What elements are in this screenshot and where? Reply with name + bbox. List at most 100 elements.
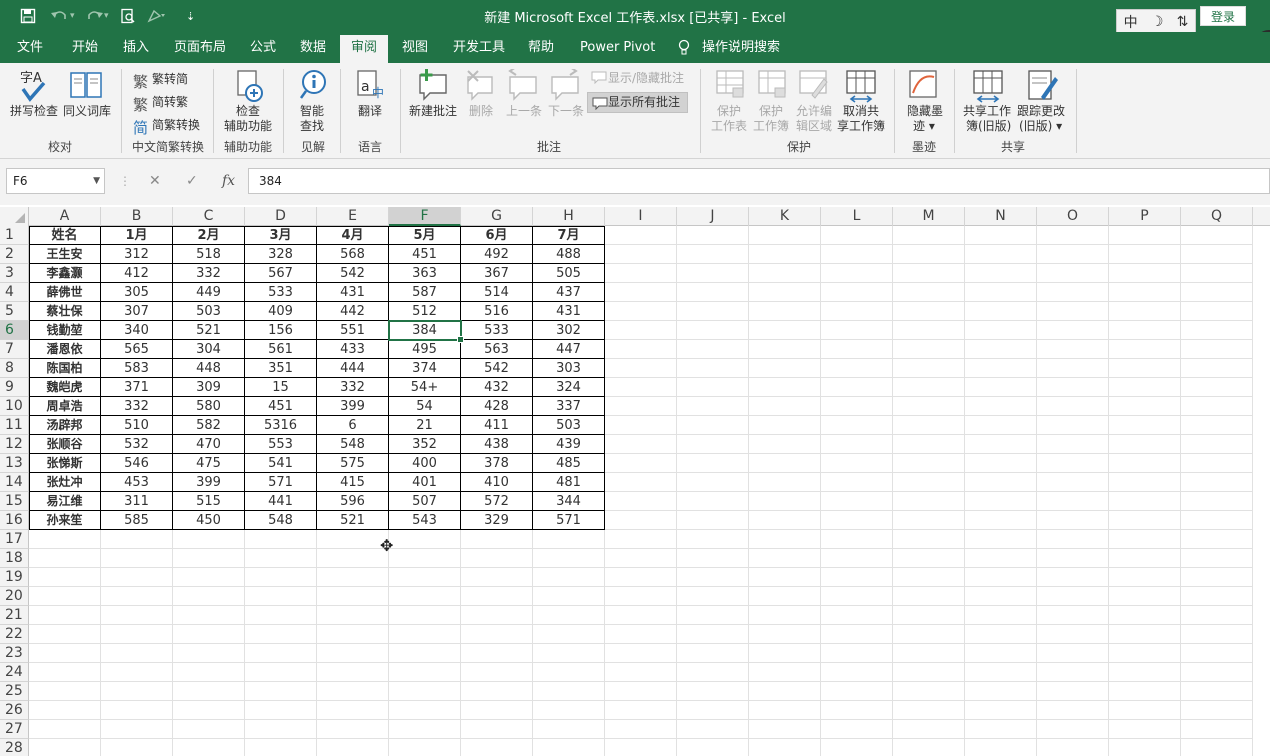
cell-g6[interactable]: 533: [461, 321, 533, 340]
previous-comment-icon[interactable]: [506, 66, 540, 104]
cell-a14[interactable]: 张灶冲: [29, 473, 101, 492]
cell-e14[interactable]: 415: [317, 473, 389, 492]
row-header-2[interactable]: 2: [0, 245, 29, 264]
cell-n2[interactable]: [965, 245, 1037, 264]
cell-p22[interactable]: [1109, 625, 1181, 644]
cell-q7[interactable]: [1181, 340, 1253, 359]
cell-h20[interactable]: [533, 587, 605, 606]
cell-e6[interactable]: 551: [317, 321, 389, 340]
column-header-j[interactable]: J: [677, 207, 749, 226]
cell-n28[interactable]: [965, 739, 1037, 756]
cell-p25[interactable]: [1109, 682, 1181, 701]
enter-icon[interactable]: ✓: [186, 168, 198, 194]
cell-g8[interactable]: 542: [461, 359, 533, 378]
cell-k4[interactable]: [749, 283, 821, 302]
cell-h16[interactable]: 571: [533, 511, 605, 530]
cell-p4[interactable]: [1109, 283, 1181, 302]
cell-k15[interactable]: [749, 492, 821, 511]
cell-f14[interactable]: 401: [389, 473, 461, 492]
row-header-18[interactable]: 18: [0, 549, 29, 568]
cell-a2[interactable]: 王生安: [29, 245, 101, 264]
name-box-dropdown-icon[interactable]: ▼: [93, 169, 100, 193]
cell-j8[interactable]: [677, 359, 749, 378]
cell-n16[interactable]: [965, 511, 1037, 530]
row-header-16[interactable]: 16: [0, 511, 29, 530]
allow-edit-ranges-line2[interactable]: 辑区域: [796, 119, 832, 134]
cell-p23[interactable]: [1109, 644, 1181, 663]
cell-h5[interactable]: 431: [533, 302, 605, 321]
cell-d10[interactable]: 451: [245, 397, 317, 416]
tab-insert[interactable]: 插入: [123, 32, 149, 63]
share-workbook-line1[interactable]: 共享工作: [963, 104, 1011, 119]
cell-q10[interactable]: [1181, 397, 1253, 416]
cell-h15[interactable]: 344: [533, 492, 605, 511]
cell-n25[interactable]: [965, 682, 1037, 701]
cell-m12[interactable]: [893, 435, 965, 454]
cell-d2[interactable]: 328: [245, 245, 317, 264]
cell-f1[interactable]: 5月: [389, 226, 461, 245]
cell-m2[interactable]: [893, 245, 965, 264]
cell-m8[interactable]: [893, 359, 965, 378]
tab-file[interactable]: 文件: [17, 32, 43, 63]
cell-e8[interactable]: 444: [317, 359, 389, 378]
cell-h26[interactable]: [533, 701, 605, 720]
cell-g22[interactable]: [461, 625, 533, 644]
cell-e9[interactable]: 332: [317, 378, 389, 397]
cell-g12[interactable]: 438: [461, 435, 533, 454]
column-header-k[interactable]: K: [749, 207, 821, 226]
cell-p5[interactable]: [1109, 302, 1181, 321]
track-changes-line2[interactable]: (旧版) ▾: [1019, 119, 1062, 134]
cell-c13[interactable]: 475: [173, 454, 245, 473]
row-header-23[interactable]: 23: [0, 644, 29, 663]
cell-k16[interactable]: [749, 511, 821, 530]
cell-f4[interactable]: 587: [389, 283, 461, 302]
cell-o17[interactable]: [1037, 530, 1109, 549]
cell-p16[interactable]: [1109, 511, 1181, 530]
cell-g26[interactable]: [461, 701, 533, 720]
next-comment-button[interactable]: 下一条: [548, 104, 584, 119]
cell-n19[interactable]: [965, 568, 1037, 587]
cell-g17[interactable]: [461, 530, 533, 549]
cell-k3[interactable]: [749, 264, 821, 283]
cell-f5[interactable]: 512: [389, 302, 461, 321]
cell-f7[interactable]: 495: [389, 340, 461, 359]
tab-power-pivot[interactable]: Power Pivot: [580, 32, 655, 63]
cell-l5[interactable]: [821, 302, 893, 321]
cell-i26[interactable]: [605, 701, 677, 720]
cell-g23[interactable]: [461, 644, 533, 663]
convert-button[interactable]: 简繁转换: [152, 118, 200, 133]
cell-h10[interactable]: 337: [533, 397, 605, 416]
cell-b15[interactable]: 311: [101, 492, 173, 511]
cell-m21[interactable]: [893, 606, 965, 625]
cell-j6[interactable]: [677, 321, 749, 340]
cell-p24[interactable]: [1109, 663, 1181, 682]
spell-check-icon[interactable]: 字A: [18, 69, 48, 106]
cell-o8[interactable]: [1037, 359, 1109, 378]
cell-n21[interactable]: [965, 606, 1037, 625]
cell-i24[interactable]: [605, 663, 677, 682]
cell-o22[interactable]: [1037, 625, 1109, 644]
cell-l11[interactable]: [821, 416, 893, 435]
cell-f3[interactable]: 363: [389, 264, 461, 283]
cell-a11[interactable]: 汤辟邦: [29, 416, 101, 435]
cell-l14[interactable]: [821, 473, 893, 492]
row-header-12[interactable]: 12: [0, 435, 29, 454]
cell-d8[interactable]: 351: [245, 359, 317, 378]
cell-e28[interactable]: [317, 739, 389, 756]
previous-comment-button[interactable]: 上一条: [506, 104, 542, 119]
cell-j19[interactable]: [677, 568, 749, 587]
cell-q17[interactable]: [1181, 530, 1253, 549]
cell-k26[interactable]: [749, 701, 821, 720]
cell-c20[interactable]: [173, 587, 245, 606]
cell-i16[interactable]: [605, 511, 677, 530]
cell-b12[interactable]: 532: [101, 435, 173, 454]
cell-c4[interactable]: 449: [173, 283, 245, 302]
cell-p21[interactable]: [1109, 606, 1181, 625]
cell-m24[interactable]: [893, 663, 965, 682]
cell-b28[interactable]: [101, 739, 173, 756]
cell-j5[interactable]: [677, 302, 749, 321]
cell-h19[interactable]: [533, 568, 605, 587]
cell-b3[interactable]: 412: [101, 264, 173, 283]
column-header-g[interactable]: G: [461, 207, 533, 226]
cell-h1[interactable]: 7月: [533, 226, 605, 245]
